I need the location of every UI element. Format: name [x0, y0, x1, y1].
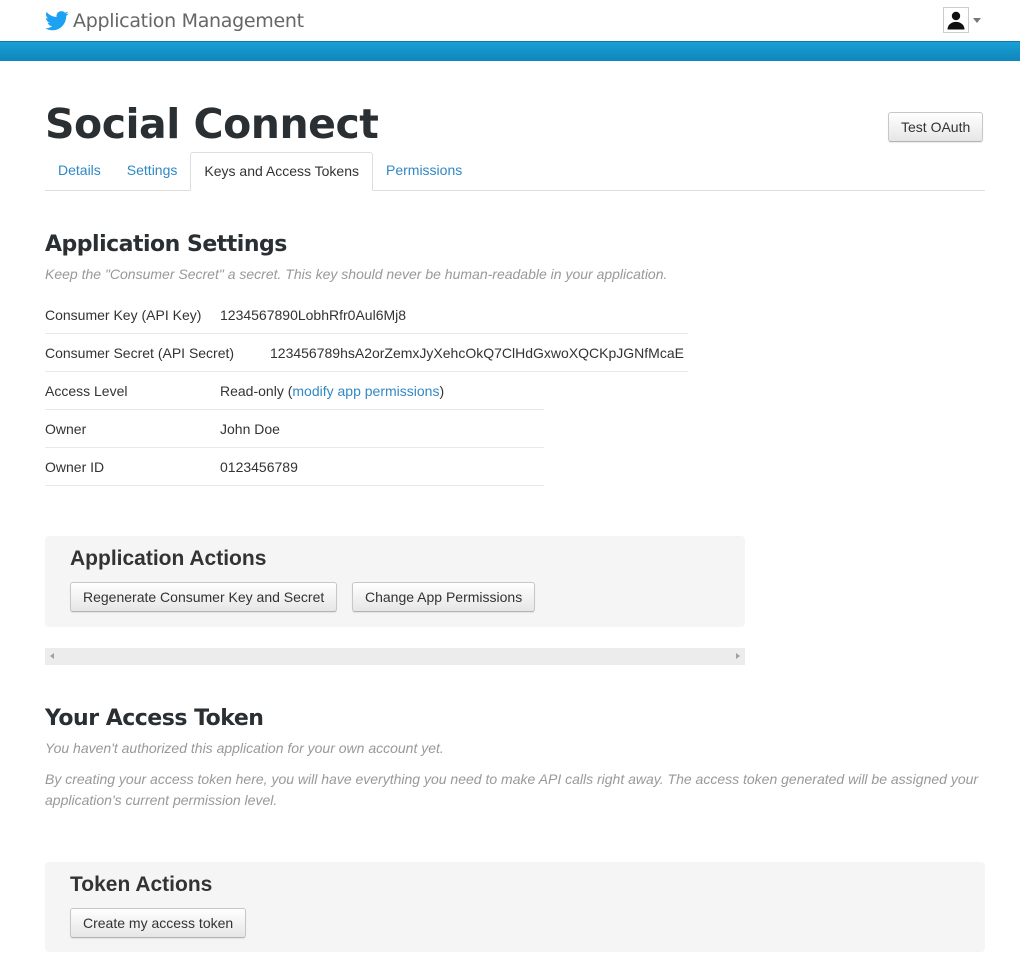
owner-row: Owner John Doe	[45, 410, 544, 448]
consumer-secret-hint: Keep the "Consumer Secret" a secret. Thi…	[45, 266, 668, 282]
application-actions-heading: Application Actions	[70, 547, 267, 570]
user-silhouette-icon	[946, 10, 966, 30]
regenerate-consumer-key-button[interactable]: Regenerate Consumer Key and Secret	[70, 582, 338, 612]
chevron-down-icon[interactable]	[973, 17, 981, 23]
consumer-key-value: 1234567890LobhRfr0Aul6Mj8	[220, 307, 407, 323]
consumer-secret-label: Consumer Secret (API Secret)	[45, 345, 235, 361]
token-actions-heading: Token Actions	[70, 873, 213, 896]
application-settings-heading: Application Settings	[45, 232, 287, 257]
tab-permissions[interactable]: Permissions	[373, 152, 475, 190]
change-app-permissions-button[interactable]: Change App Permissions	[352, 582, 536, 612]
app-title: Application Management	[73, 10, 304, 32]
close-paren: )	[439, 383, 445, 399]
scroll-left-icon[interactable]	[50, 653, 54, 659]
tab-bar: Details Settings Keys and Access Tokens …	[45, 152, 985, 191]
not-authorized-text: You haven't authorized this application …	[45, 740, 444, 756]
page-title: Social Connect	[45, 100, 379, 148]
create-access-token-button[interactable]: Create my access token	[70, 908, 247, 938]
access-level-value-group: Read-only (modify app permissions)	[220, 383, 444, 399]
access-level-label: Access Level	[45, 383, 128, 399]
consumer-secret-row: Consumer Secret (API Secret) 123456789hs…	[45, 334, 688, 372]
access-token-heading: Your Access Token	[45, 706, 264, 731]
access-level-row: Access Level Read-only (modify app permi…	[45, 372, 544, 410]
test-oauth-button[interactable]: Test OAuth	[888, 112, 984, 142]
modify-app-permissions-link[interactable]: modify app permissions	[292, 383, 439, 399]
consumer-key-row: Consumer Key (API Key) 1234567890LobhRfr…	[45, 296, 688, 334]
horizontal-scrollbar[interactable]	[45, 648, 745, 665]
twitter-bird-icon	[45, 11, 69, 31]
consumer-key-label: Consumer Key (API Key)	[45, 307, 202, 323]
scroll-right-icon[interactable]	[736, 653, 740, 659]
consumer-secret-value: 123456789hsA2orZemxJyXehcOkQ7ClHdGxwoXQC…	[270, 345, 684, 361]
owner-label: Owner	[45, 421, 87, 437]
owner-id-value: 0123456789	[220, 459, 298, 475]
brand[interactable]: Application Management	[45, 8, 304, 34]
owner-id-label: Owner ID	[45, 459, 105, 475]
owner-value: John Doe	[220, 421, 280, 437]
tab-keys-and-access-tokens[interactable]: Keys and Access Tokens	[190, 152, 373, 191]
access-token-description: By creating your access token here, you …	[45, 771, 979, 808]
user-menu[interactable]	[943, 7, 981, 33]
top-navbar: Application Management	[0, 0, 1020, 42]
application-actions-panel: Application Actions Regenerate Consumer …	[45, 536, 745, 627]
avatar[interactable]	[943, 7, 969, 33]
token-actions-panel: Token Actions Create my access token	[45, 862, 985, 952]
tab-settings[interactable]: Settings	[114, 152, 191, 190]
access-level-value: Read-only	[220, 383, 284, 399]
tab-details[interactable]: Details	[45, 152, 114, 190]
header-accent-band	[0, 41, 1020, 61]
owner-id-row: Owner ID 0123456789	[45, 448, 544, 486]
